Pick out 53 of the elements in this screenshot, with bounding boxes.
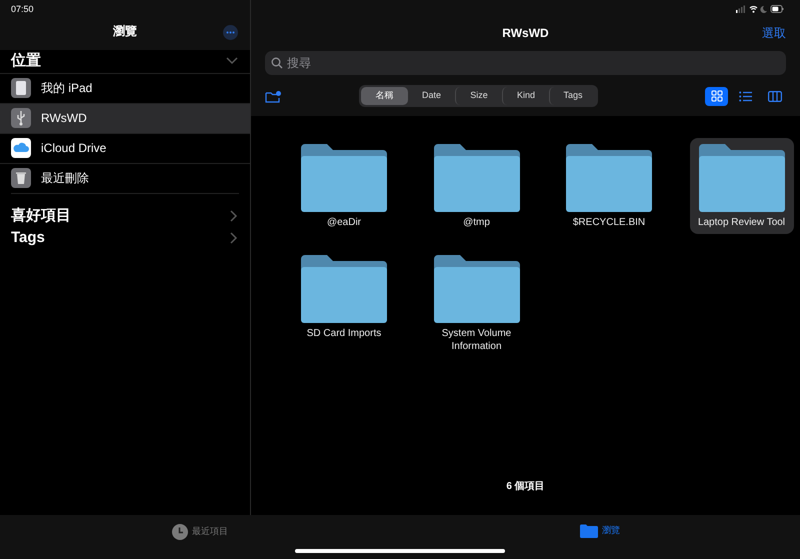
tab-bar-item[interactable]: 瀏覽 [580, 524, 620, 538]
sort-tab[interactable]: Date [408, 87, 455, 105]
chevron-right-icon [230, 210, 238, 222]
chevron-right-icon [230, 232, 238, 244]
folder-name: @tmp [462, 216, 491, 229]
folder-item[interactable]: @tmp [424, 138, 528, 234]
folder-icon [698, 144, 784, 212]
folder-icon [434, 255, 520, 323]
ellipsis-icon [226, 31, 235, 34]
grid-icon[interactable] [705, 86, 728, 106]
folder-name: SD Card Imports [306, 327, 382, 340]
folder-item[interactable]: @eaDir [292, 138, 396, 234]
folder-name: $RECYCLE.BIN [572, 216, 646, 229]
section-header[interactable]: 位置 [0, 50, 250, 72]
folder-item[interactable]: $RECYCLE.BIN [557, 138, 661, 234]
chevron-down-icon [226, 57, 238, 66]
sidebar-item[interactable]: RWsWD [0, 102, 250, 132]
new-folder-icon[interactable] [265, 90, 282, 102]
folder-item[interactable]: SD Card Imports [292, 249, 396, 345]
folder-icon [434, 144, 520, 212]
folder-name: @eaDir [326, 216, 362, 229]
sort-tab[interactable]: Kind [502, 87, 549, 105]
section-title: 位置 [11, 51, 41, 71]
folder-icon [301, 255, 387, 323]
status-time: 07:50 [11, 3, 34, 16]
folder-icon [580, 524, 598, 538]
tab-bar-item[interactable]: 最近項目 [172, 524, 228, 540]
sort-tab[interactable]: Tags [549, 87, 596, 105]
trash-icon [11, 168, 31, 188]
section-title: 喜好項目 [11, 206, 71, 226]
section-title: Tags [11, 228, 45, 248]
section-header[interactable]: Tags [0, 227, 250, 250]
usb-icon [11, 108, 31, 128]
folder-name: System Volume Information [440, 327, 512, 353]
sidebar-title: 瀏覽 [113, 23, 137, 40]
folder-icon [301, 144, 387, 212]
cloud-icon [11, 138, 31, 158]
folder-icon [566, 144, 652, 212]
sort-tab[interactable]: Size [455, 87, 502, 105]
sidebar-item[interactable]: 最近刪除 [0, 162, 250, 192]
search-field[interactable]: 搜尋 [265, 51, 786, 75]
folder-item[interactable]: Laptop Review Tool [690, 138, 794, 234]
folder-title: RWsWD [502, 25, 549, 42]
section-header[interactable]: 喜好項目 [0, 204, 250, 227]
folder-name: Laptop Review Tool [696, 216, 786, 229]
item-count: 6 個項目 [506, 480, 545, 494]
sort-tab[interactable]: 名稱 [361, 87, 408, 105]
sidebar-item[interactable]: iCloud Drive [0, 132, 250, 162]
more-button[interactable] [223, 25, 238, 40]
clock-icon [172, 524, 188, 540]
status-icons [736, 4, 784, 14]
select-button[interactable]: 選取 [762, 24, 786, 42]
ipad-icon [11, 78, 31, 98]
